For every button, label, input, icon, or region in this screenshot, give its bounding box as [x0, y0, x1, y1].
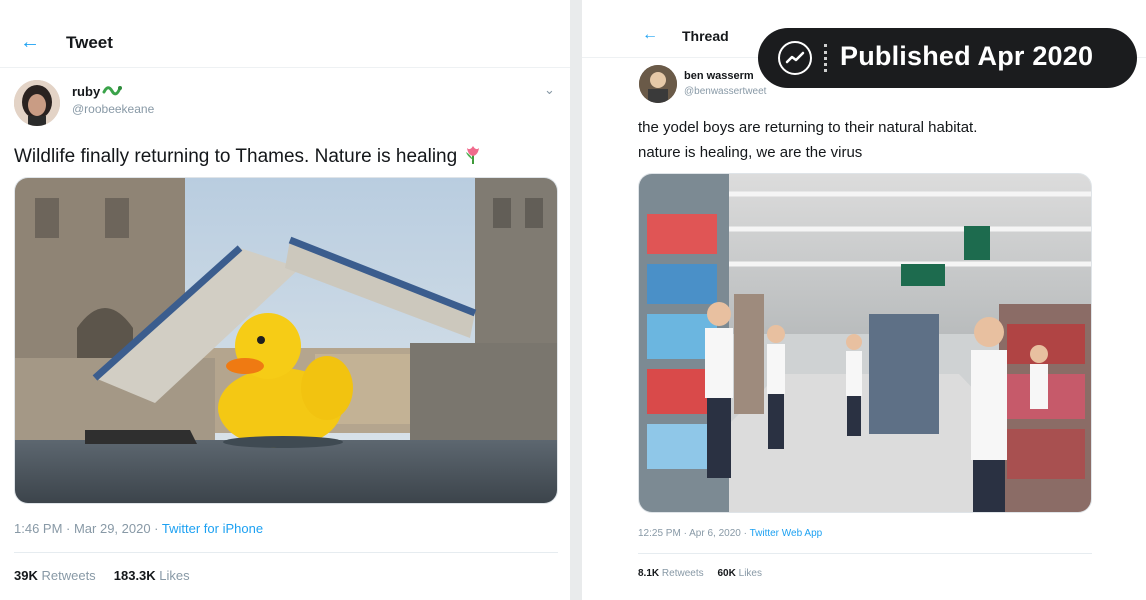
back-arrow-icon[interactable]: ←: [16, 28, 44, 56]
avatar[interactable]: [14, 80, 60, 126]
source-link[interactable]: Twitter Web App: [750, 528, 823, 539]
engagement-stats: 8.1K Retweets 60K Likes: [638, 568, 762, 579]
display-name[interactable]: ben wasserm: [684, 70, 754, 82]
timestamp[interactable]: 1:46 PM · Mar 29, 2020 · Twitter for iPh…: [14, 521, 263, 536]
timestamp-text[interactable]: 12:25 PM · Apr 6, 2020 ·: [638, 528, 747, 539]
timestamp[interactable]: 12:25 PM · Apr 6, 2020 · Twitter Web App: [638, 528, 822, 539]
timestamp-text[interactable]: 1:46 PM · Mar 29, 2020 ·: [14, 521, 159, 536]
trend-line-icon: [778, 41, 812, 75]
left-top-bar: ← Tweet: [0, 0, 570, 68]
tulip-emoji-icon: [462, 143, 484, 171]
tweet-image-tower-bridge-duck[interactable]: [14, 177, 558, 504]
divider: [638, 553, 1092, 554]
tweet-text: Wildlife finally returning to Thames. Na…: [14, 143, 484, 171]
tweet-image-supermarket-boys[interactable]: [638, 173, 1092, 513]
verified-snake-emoji-icon: [102, 82, 122, 103]
screenshot-stage: ← Tweet ruby @roobeekeane ⌄ Wildlife fin…: [0, 0, 1146, 600]
page-title: Thread: [682, 28, 729, 44]
right-thread-panel: ← Thread ben wasserm @benwassertweet the…: [582, 0, 1146, 600]
like-count[interactable]: 183.3K Likes: [114, 568, 190, 583]
tweet-text-line-1: the yodel boys are returning to their na…: [638, 119, 978, 136]
published-date-text: Published Apr 2020: [840, 41, 1094, 71]
tweet-text-line-2: nature is healing, we are the virus: [638, 144, 863, 161]
engagement-stats: 39K Retweets 183.3K Likes: [14, 568, 190, 583]
tweet-text-body: Wildlife finally returning to Thames. Na…: [14, 146, 458, 167]
avatar[interactable]: [639, 65, 677, 103]
retweet-count[interactable]: 8.1K Retweets: [638, 568, 704, 579]
handle[interactable]: @benwassertweet: [684, 86, 766, 97]
display-name[interactable]: ruby: [72, 84, 100, 99]
published-date-badge: Published Apr 2020: [758, 28, 1137, 88]
retweet-count[interactable]: 39K Retweets: [14, 568, 96, 583]
like-count[interactable]: 60K Likes: [718, 568, 763, 579]
handle[interactable]: @roobeekeane: [72, 102, 154, 116]
page-title: Tweet: [66, 33, 113, 52]
left-tweet-panel: ← Tweet ruby @roobeekeane ⌄ Wildlife fin…: [0, 0, 570, 600]
divider: [14, 552, 558, 553]
source-link[interactable]: Twitter for iPhone: [162, 521, 263, 536]
badge-divider: [824, 44, 827, 72]
back-arrow-icon[interactable]: ←: [636, 21, 664, 49]
chevron-down-icon[interactable]: ⌄: [544, 82, 555, 98]
